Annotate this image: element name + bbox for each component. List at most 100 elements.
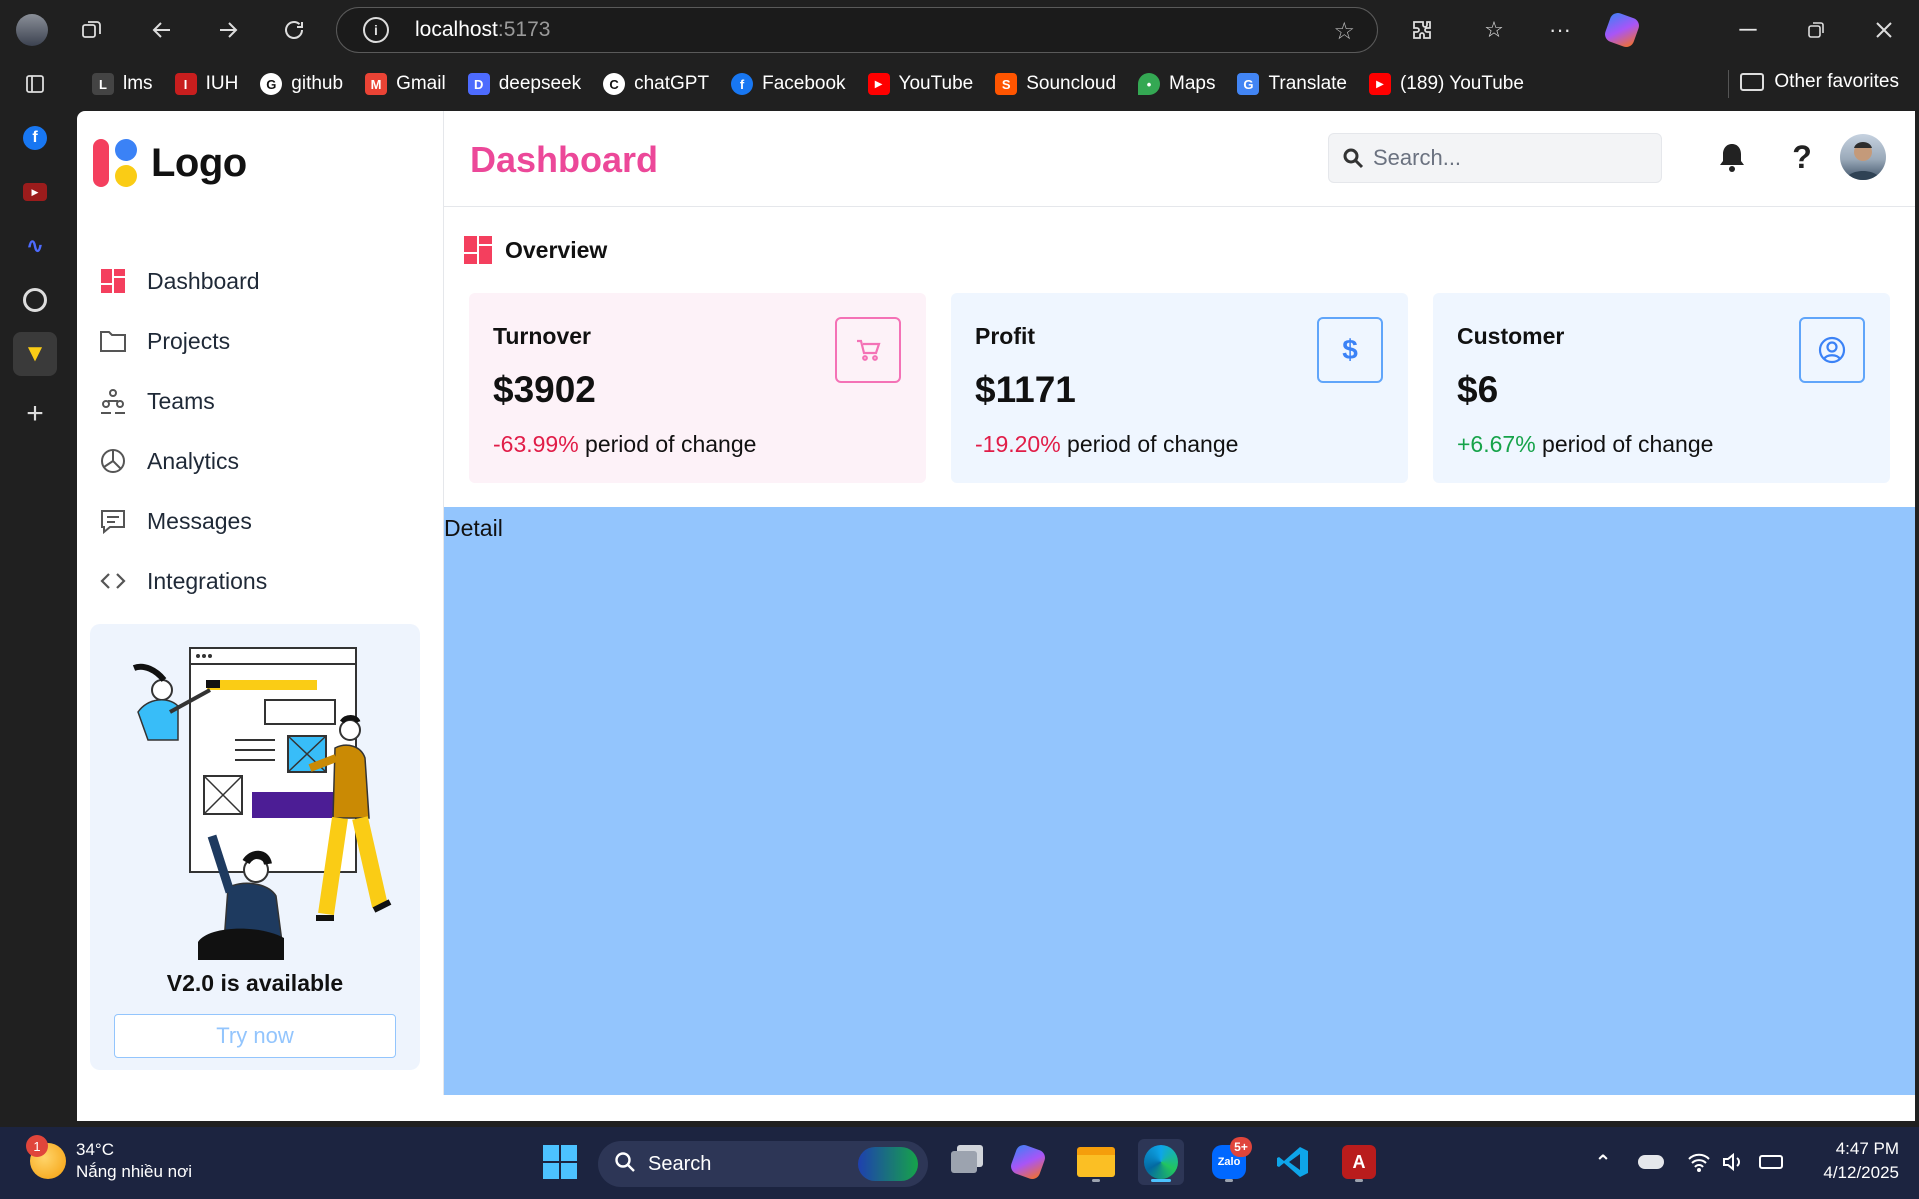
bookmark-youtube[interactable]: ▶ YouTube — [867, 73, 973, 95]
stat-card-turnover: Turnover $3902 -63.99% period of change — [469, 293, 926, 483]
sidebar-item-integrations[interactable]: Integrations — [99, 551, 429, 611]
folder-icon — [1740, 73, 1765, 91]
teams-icon — [99, 387, 127, 415]
search-placeholder: Search... — [1373, 145, 1462, 170]
address-bar[interactable]: i localhost:5173 ☆ — [336, 7, 1378, 53]
vite-tab-icon[interactable]: ▼ — [13, 332, 57, 376]
restore-icon[interactable] — [1800, 14, 1832, 46]
edge-icon[interactable] — [1138, 1139, 1184, 1185]
dashboard-icon — [464, 236, 492, 264]
bookmark-maps[interactable]: • Maps — [1138, 73, 1215, 95]
onedrive-icon[interactable] — [1628, 1139, 1674, 1185]
tab-actions-icon[interactable] — [13, 62, 57, 106]
copilot-taskbar-icon[interactable] — [1005, 1139, 1051, 1185]
forward-icon[interactable] — [212, 14, 244, 46]
bookmark-facebook[interactable]: f Facebook — [731, 73, 846, 95]
other-favorites[interactable]: Other favorites — [1740, 71, 1899, 93]
extensions-icon[interactable] — [1406, 14, 1438, 46]
more-icon[interactable]: ··· — [1544, 14, 1576, 46]
favorite-star-icon[interactable]: ☆ — [1333, 17, 1355, 46]
acrobat-icon[interactable]: A — [1336, 1139, 1382, 1185]
stat-card-title: Turnover — [493, 323, 591, 349]
bookmark-iuh[interactable]: I IUH — [174, 73, 238, 95]
sidebar-item-teams[interactable]: Teams — [99, 371, 429, 431]
user-circle-icon[interactable] — [1799, 317, 1865, 383]
app-page: Logo Dashboard Projects Teams Analytics … — [77, 111, 1915, 1121]
dollar-icon[interactable]: $ — [1317, 317, 1383, 383]
bookmark-translate[interactable]: G Translate — [1237, 73, 1347, 95]
search-highlight-icon — [858, 1147, 918, 1181]
app-sidebar: Logo Dashboard Projects Teams Analytics … — [77, 111, 444, 1095]
bookmark-github[interactable]: Ggithub — [260, 73, 343, 95]
sidebar-item-messages[interactable]: Messages — [99, 491, 429, 551]
stat-card-value: $3902 — [493, 369, 596, 410]
page-header: Dashboard Search... ? — [444, 111, 1915, 207]
task-view-icon[interactable] — [941, 1139, 987, 1185]
stat-card-customer: Customer $6 +6.67% period of change — [1433, 293, 1890, 483]
logo[interactable]: Logo — [93, 139, 247, 187]
logo-mark-icon — [93, 139, 139, 187]
bookmark-favicon: I — [174, 73, 197, 95]
new-tab-icon[interactable]: + — [13, 392, 57, 436]
search-icon — [1339, 147, 1367, 169]
sidebar-item-label: Projects — [147, 327, 231, 354]
bookmark-chatgpt[interactable]: CchatGPT — [603, 73, 709, 95]
soundcloud-icon: S — [995, 73, 1018, 95]
team-illustration — [132, 647, 392, 960]
upgrade-promo-card: V2.0 is available Try now — [90, 624, 420, 1070]
taskbar-search[interactable]: Search — [598, 1141, 928, 1187]
sidebar-item-projects[interactable]: Projects — [99, 311, 429, 371]
battery-icon[interactable] — [1748, 1139, 1794, 1185]
sidebar-item-label: Dashboard — [147, 267, 260, 294]
sidebar-item-dashboard[interactable]: Dashboard — [99, 251, 429, 311]
bookmark-soundcloud[interactable]: S Souncloud — [995, 73, 1116, 95]
site-info-icon[interactable]: i — [363, 17, 389, 43]
weather-widget[interactable]: 1 34°C Nắng nhiều nơi — [26, 1135, 192, 1183]
stat-card-change: -63.99% period of change — [493, 431, 757, 457]
try-now-button[interactable]: Try now — [114, 1014, 396, 1058]
sidebar-item-analytics[interactable]: Analytics — [99, 431, 429, 491]
promo-title: V2.0 is available — [166, 970, 344, 996]
gmail-icon: M — [365, 73, 388, 95]
code-icon — [99, 567, 127, 595]
folder-icon — [99, 327, 127, 355]
stat-card-value: $1171 — [975, 369, 1076, 410]
bookmark-lms[interactable]: Llms — [92, 73, 153, 95]
bookmark-deepseek[interactable]: Ddeepseek — [467, 73, 581, 95]
stat-card-change: +6.67% period of change — [1457, 431, 1714, 457]
search-input[interactable]: Search... — [1328, 133, 1662, 183]
facebook-icon: f — [731, 73, 754, 95]
bookmark-youtube-189[interactable]: ▶ (189) YouTube — [1368, 73, 1524, 95]
deepseek-tab-icon[interactable]: ∿ — [13, 224, 57, 268]
bookmark-gmail[interactable]: M Gmail — [365, 73, 446, 95]
avatar[interactable] — [1840, 134, 1886, 180]
vscode-icon[interactable] — [1270, 1139, 1316, 1185]
sidebar-item-label: Integrations — [147, 567, 268, 594]
cart-icon[interactable] — [835, 317, 901, 383]
chevron-up-icon[interactable]: ⌃ — [1580, 1139, 1626, 1185]
chatgpt-icon: C — [603, 73, 626, 95]
workspaces-icon[interactable] — [76, 14, 108, 46]
file-explorer-icon[interactable] — [1073, 1139, 1119, 1185]
github-icon: G — [260, 73, 283, 95]
close-icon[interactable] — [1868, 14, 1900, 46]
facebook-tab-icon[interactable]: f — [13, 116, 57, 160]
bell-icon[interactable] — [1712, 137, 1752, 177]
stat-card-profit: Profit $1171 -19.20% period of change $ — [951, 293, 1408, 483]
stat-card-change: -19.20% period of change — [975, 431, 1239, 457]
minimize-icon[interactable]: ─ — [1732, 14, 1764, 46]
clock[interactable]: 4:47 PM 4/12/2025 — [1823, 1137, 1899, 1185]
weather-sun-icon: 1 — [26, 1135, 66, 1179]
zalo-icon[interactable]: Zalo 5+ — [1206, 1137, 1252, 1185]
start-button[interactable] — [537, 1139, 583, 1185]
profile-avatar[interactable] — [16, 14, 48, 46]
chatgpt-tab-icon[interactable] — [13, 278, 57, 322]
refresh-icon[interactable] — [278, 14, 310, 46]
favorites-icon[interactable]: ☆ — [1478, 14, 1510, 46]
copilot-icon[interactable] — [1602, 10, 1642, 50]
url-text[interactable]: localhost:5173 — [415, 18, 550, 42]
bookmarks-bar: Llms I IUH Ggithub M Gmail Ddeepseek Cchat… — [70, 62, 1919, 106]
help-icon[interactable]: ? — [1782, 137, 1822, 177]
youtube-tab-icon[interactable]: ▶ — [13, 170, 57, 214]
back-icon[interactable] — [146, 14, 178, 46]
